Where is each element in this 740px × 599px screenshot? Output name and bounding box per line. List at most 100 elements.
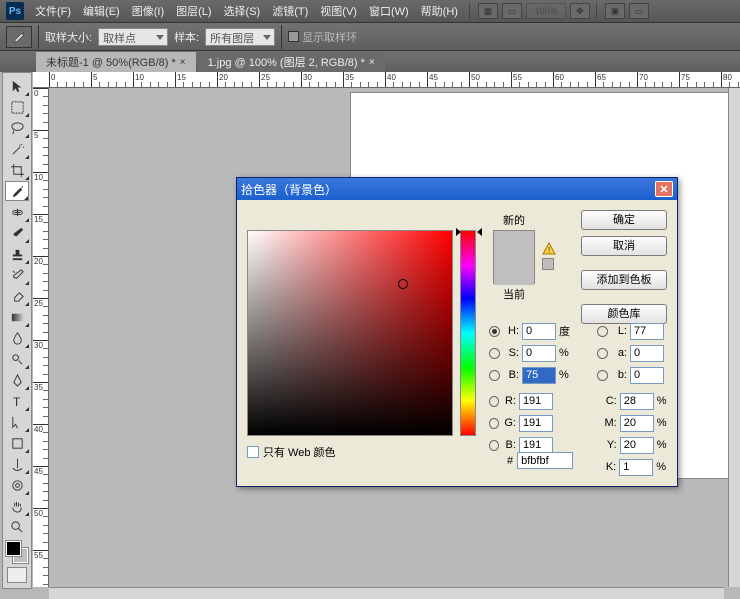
quickmask-toggle-icon[interactable] (7, 567, 27, 583)
c-input[interactable] (620, 393, 654, 410)
menu-layer[interactable]: 图层(L) (171, 1, 216, 21)
menu-view[interactable]: 视图(V) (315, 1, 362, 21)
tab-untitled[interactable]: 未标题-1 @ 50%(RGB/8) * × (36, 52, 196, 72)
shape-tool-icon[interactable] (5, 433, 29, 453)
move-tool-icon[interactable] (5, 76, 29, 96)
s-input[interactable] (522, 345, 556, 362)
show-ring-checkbox[interactable]: 显示取样环 (288, 29, 357, 45)
blur-tool-icon[interactable] (5, 328, 29, 348)
a-radio[interactable] (597, 348, 608, 359)
pct-unit: % (657, 395, 669, 407)
launch-bridge-icon[interactable]: ▦ (478, 3, 498, 19)
stamp-tool-icon[interactable] (5, 244, 29, 264)
eyedropper-tool-icon[interactable] (5, 181, 29, 201)
svg-text:T: T (12, 395, 20, 409)
menu-select[interactable]: 选择(S) (219, 1, 266, 21)
gamut-warning-icon[interactable]: ! (542, 242, 556, 256)
brightness-input[interactable] (522, 367, 556, 384)
h-label: H: (503, 325, 519, 337)
hex-input[interactable] (517, 452, 573, 469)
y-input[interactable] (620, 437, 654, 454)
type-tool-icon[interactable]: T (5, 391, 29, 411)
close-icon[interactable]: ✕ (655, 181, 673, 197)
app-logo: Ps (6, 2, 24, 20)
path-tool-icon[interactable] (5, 412, 29, 432)
lab-b-label: b: (611, 369, 627, 381)
dialog-title: 拾色器（背景色） (241, 181, 655, 198)
sample-size-dropdown[interactable]: 取样点 (98, 28, 168, 46)
svg-text:!: ! (548, 246, 550, 255)
cancel-button[interactable]: 取消 (581, 236, 667, 256)
menu-help[interactable]: 帮助(H) (416, 1, 463, 21)
menu-edit[interactable]: 编辑(E) (78, 1, 125, 21)
add-swatch-button[interactable]: 添加到色板 (581, 270, 667, 290)
camera-tool-icon[interactable] (5, 475, 29, 495)
g-radio[interactable] (489, 418, 499, 429)
lab-b-input[interactable] (630, 367, 664, 384)
c-label: C: (603, 395, 617, 407)
tab-1jpg[interactable]: 1.jpg @ 100% (图层 2, RGB/8) *× (198, 52, 385, 72)
r-radio[interactable] (489, 396, 499, 407)
k-input[interactable] (619, 459, 653, 476)
checkbox-icon (247, 446, 259, 458)
hand-tool-icon[interactable]: ✥ (570, 3, 590, 19)
l-input[interactable] (630, 323, 664, 340)
m-input[interactable] (620, 415, 654, 432)
s-radio[interactable] (489, 348, 500, 359)
horizontal-scrollbar[interactable] (49, 587, 724, 599)
b-radio[interactable] (489, 370, 500, 381)
l-radio[interactable] (597, 326, 608, 337)
color-swatches[interactable] (6, 541, 28, 563)
close-icon[interactable]: × (180, 57, 186, 68)
foreground-color-swatch[interactable] (6, 541, 21, 556)
3d-tool-icon[interactable] (5, 454, 29, 474)
eraser-tool-icon[interactable] (5, 286, 29, 306)
crop-tool-icon[interactable] (5, 160, 29, 180)
color-cursor-icon[interactable] (398, 279, 408, 289)
h-input[interactable] (522, 323, 556, 340)
arrange-docs-icon[interactable]: ▣ (605, 3, 625, 19)
ok-button[interactable]: 确定 (581, 210, 667, 230)
menu-image[interactable]: 图像(I) (127, 1, 169, 21)
extras-toggle-icon[interactable]: ▭ (502, 3, 522, 19)
g-label: G: (502, 417, 516, 429)
history-brush-tool-icon[interactable] (5, 265, 29, 285)
current-label: 当前 (489, 286, 539, 302)
color-field[interactable] (247, 230, 453, 436)
deg-unit: 度 (559, 323, 573, 339)
blue-input[interactable] (519, 437, 553, 454)
lab-b-radio[interactable] (597, 370, 608, 381)
current-tool-icon[interactable] (6, 26, 32, 48)
gradient-tool-icon[interactable] (5, 307, 29, 327)
lasso-tool-icon[interactable] (5, 118, 29, 138)
vertical-scrollbar[interactable] (728, 88, 740, 587)
zoom-tool-icon[interactable] (5, 517, 29, 537)
hue-pointer-icon (477, 228, 482, 236)
pen-tool-icon[interactable] (5, 370, 29, 390)
gamut-swatch[interactable] (542, 258, 554, 270)
hue-slider[interactable] (460, 230, 476, 436)
sample-layers-dropdown[interactable]: 所有图层 (205, 28, 275, 46)
a-input[interactable] (630, 345, 664, 362)
close-icon[interactable]: × (369, 57, 375, 68)
marquee-tool-icon[interactable] (5, 97, 29, 117)
brush-tool-icon[interactable] (5, 223, 29, 243)
zoom-level: 100% (526, 3, 566, 19)
wand-tool-icon[interactable] (5, 139, 29, 159)
tab-label: 未标题-1 @ 50%(RGB/8) * (46, 54, 176, 70)
menu-window[interactable]: 窗口(W) (364, 1, 414, 21)
hand-tool-icon[interactable] (5, 496, 29, 516)
l-label: L: (611, 325, 627, 337)
menu-filter[interactable]: 滤镜(T) (267, 1, 313, 21)
dialog-titlebar[interactable]: 拾色器（背景色） ✕ (237, 178, 677, 200)
current-color-swatch[interactable] (494, 258, 534, 285)
h-radio[interactable] (489, 326, 500, 337)
web-colors-checkbox[interactable]: 只有 Web 颜色 (247, 444, 336, 460)
healing-tool-icon[interactable] (5, 202, 29, 222)
dodge-tool-icon[interactable] (5, 349, 29, 369)
r-input[interactable] (519, 393, 553, 410)
screen-mode-icon[interactable]: ▭ (629, 3, 649, 19)
g-input[interactable] (519, 415, 553, 432)
blue-radio[interactable] (489, 440, 499, 451)
menu-file[interactable]: 文件(F) (30, 1, 76, 21)
